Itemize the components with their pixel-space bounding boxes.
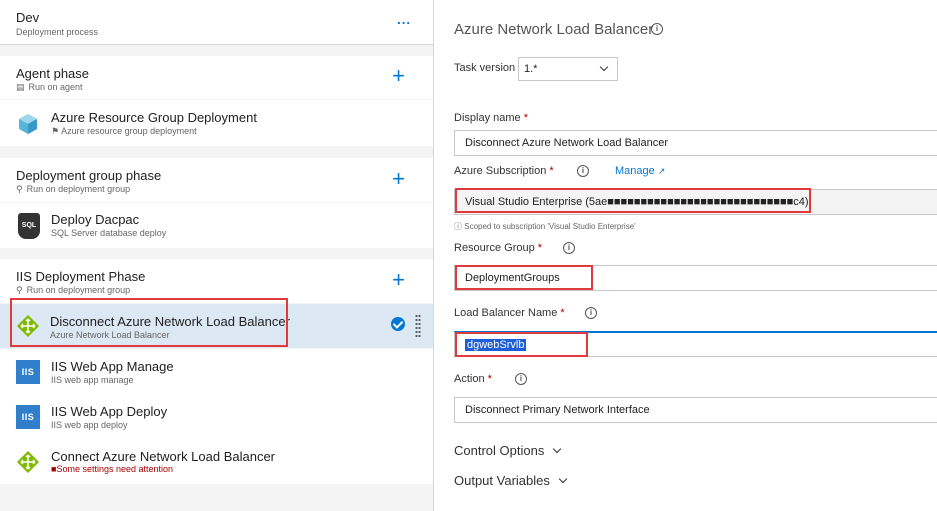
resource-group-icon xyxy=(19,114,37,134)
deployment-group-icon: ⚲ xyxy=(16,183,23,194)
required-mark: * xyxy=(549,165,554,177)
phase-subtitle: ▤ Run on agent xyxy=(16,82,83,92)
task-details-title: Azure Network Load Balancer xyxy=(454,21,654,38)
chevron-down-icon xyxy=(558,474,567,484)
action-label-text: Action xyxy=(454,373,485,385)
task-title: Deploy Dacpac xyxy=(51,212,140,227)
task-title: IIS Web App Deploy xyxy=(51,404,168,419)
highlight-box xyxy=(455,265,593,290)
task-iis-web-app-manage[interactable]: IIS IIS Web App Manage IIS web app manag… xyxy=(0,349,433,394)
release-pipeline-editor: Dev Deployment process ... Agent phase ▤… xyxy=(0,0,937,511)
display-name-label-text: Display name xyxy=(454,112,521,124)
iis-deployment-phase[interactable]: IIS Deployment Phase ⚲ Run on deployment… xyxy=(0,259,433,303)
chevron-down-icon xyxy=(552,444,562,454)
task-subtitle: SQL Server database deploy xyxy=(51,228,167,238)
add-task-button[interactable]: + xyxy=(392,269,405,291)
task-version-select[interactable]: 1.* xyxy=(518,57,618,81)
phase-title: Deployment group phase xyxy=(16,168,162,183)
task-iis-web-app-deploy[interactable]: IIS IIS Web App Deploy IIS web app deplo… xyxy=(0,394,433,439)
resource-group-label-text: Resource Group xyxy=(454,242,535,254)
environment-header[interactable]: Dev Deployment process ... xyxy=(0,0,433,45)
phase-subtitle-text: Run on deployment group xyxy=(26,184,131,194)
phase-title: IIS Deployment Phase xyxy=(16,269,146,284)
task-details-panel: Azure Network Load Balancer i Task versi… xyxy=(435,0,937,511)
load-balancer-name-label: Load Balancer Name * xyxy=(454,307,565,319)
highlight-box xyxy=(455,332,588,357)
azure-subscription-label: Azure Subscription * xyxy=(454,165,554,177)
iis-icon: IIS xyxy=(16,405,40,429)
scope-hint-text: Scoped to subscription 'Visual Studio En… xyxy=(464,222,636,231)
task-title: Connect Azure Network Load Balancer xyxy=(51,449,276,464)
deployment-group-icon: ⚲ xyxy=(16,284,23,295)
control-options-section[interactable]: Control Options xyxy=(454,443,562,458)
deployment-group-phase[interactable]: Deployment group phase ⚲ Run on deployme… xyxy=(0,158,433,202)
info-icon[interactable]: i xyxy=(585,307,597,319)
required-mark: * xyxy=(537,242,543,254)
action-label: Action * xyxy=(454,373,492,385)
task-connect-load-balancer[interactable]: Connect Azure Network Load Balancer ■Som… xyxy=(0,439,433,484)
info-icon[interactable]: i xyxy=(563,242,575,254)
required-mark: * xyxy=(487,373,492,385)
task-version-value: 1.* xyxy=(524,63,538,75)
highlight-box xyxy=(455,188,811,213)
resource-group-label: Resource Group * xyxy=(454,242,542,254)
task-subtitle: IIS web app manage xyxy=(51,375,134,385)
manage-link-text: Manage xyxy=(615,165,655,177)
info-icon[interactable]: i xyxy=(515,373,527,385)
more-options-button[interactable]: ... xyxy=(397,12,411,27)
required-mark: * xyxy=(560,307,565,319)
control-options-label: Control Options xyxy=(454,443,545,458)
highlight-box xyxy=(10,298,288,347)
phase-subtitle: ⚲ Run on deployment group xyxy=(16,184,130,194)
add-task-button[interactable]: + xyxy=(392,65,405,87)
load-balancer-name-label-text: Load Balancer Name xyxy=(454,307,558,319)
required-mark: * xyxy=(523,112,528,124)
external-link-icon: ↗ xyxy=(657,166,666,176)
agent-phase[interactable]: Agent phase ▤ Run on agent + xyxy=(0,56,433,99)
iis-icon: IIS xyxy=(16,360,40,384)
enabled-check-icon[interactable] xyxy=(391,317,405,331)
environment-title: Dev xyxy=(16,10,40,25)
drag-handle[interactable] xyxy=(415,314,421,338)
load-balancer-icon xyxy=(17,451,39,473)
sql-database-icon: SQL xyxy=(18,213,40,239)
server-icon: ▤ xyxy=(16,81,25,92)
task-title: Azure Resource Group Deployment xyxy=(51,110,257,125)
task-subtitle-text: Azure resource group deployment xyxy=(61,126,197,136)
display-name-label: Display name * xyxy=(454,112,528,124)
task-deploy-dacpac[interactable]: SQL Deploy Dacpac SQL Server database de… xyxy=(0,203,433,248)
info-icon[interactable]: i xyxy=(577,165,589,177)
task-list-panel: Dev Deployment process ... Agent phase ▤… xyxy=(0,0,434,511)
add-task-button[interactable]: + xyxy=(392,168,405,190)
task-title: IIS Web App Manage xyxy=(51,359,174,374)
chevron-down-icon xyxy=(599,62,609,72)
task-subtitle: IIS web app deploy xyxy=(51,420,128,430)
phase-subtitle-text: Run on agent xyxy=(28,82,83,92)
task-version-label: Task version xyxy=(454,62,516,74)
phase-subtitle-text: Run on deployment group xyxy=(26,285,131,295)
output-variables-section[interactable]: Output Variables xyxy=(454,473,567,488)
scope-hint: ⓘ Scoped to subscription 'Visual Studio … xyxy=(454,222,636,231)
phase-subtitle: ⚲ Run on deployment group xyxy=(16,285,130,295)
environment-subtitle: Deployment process xyxy=(16,27,99,37)
display-name-input[interactable]: Disconnect Azure Network Load Balancer xyxy=(454,130,937,156)
task-azure-resource-group[interactable]: Azure Resource Group Deployment ⚑ Azure … xyxy=(0,100,433,146)
azure-subscription-label-text: Azure Subscription xyxy=(454,165,547,177)
output-variables-label: Output Variables xyxy=(454,473,550,488)
info-icon[interactable]: i xyxy=(651,23,663,35)
action-select[interactable]: Disconnect Primary Network Interface xyxy=(454,397,937,423)
task-warning-text: Some settings need attention xyxy=(56,464,174,474)
phase-title: Agent phase xyxy=(16,66,90,81)
manage-link[interactable]: Manage ↗ xyxy=(615,165,665,177)
task-warning: ■Some settings need attention xyxy=(51,464,173,474)
task-subtitle: ⚑ Azure resource group deployment xyxy=(51,126,197,136)
